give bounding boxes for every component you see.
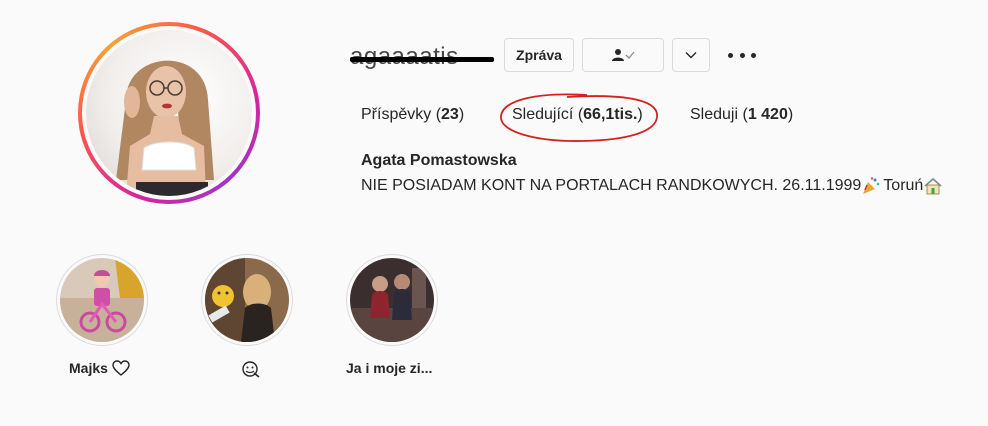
avatar-photo <box>86 30 252 196</box>
highlight-label: Majks <box>69 360 130 376</box>
avatar-inner <box>82 26 256 200</box>
highlight-item[interactable]: Majks <box>56 254 148 376</box>
avatar-image <box>116 60 214 196</box>
following-stat[interactable]: Sleduji (1 420) <box>690 103 793 127</box>
bio-location: Toruń <box>883 177 924 194</box>
redaction-bar <box>350 57 494 62</box>
message-button-label: Zpráva <box>516 47 562 63</box>
username-area: agaaaatis <box>350 40 500 74</box>
heart-icon <box>112 360 130 376</box>
highlight-label <box>237 360 261 378</box>
highlight-label: Ja i moje zi... <box>346 360 433 376</box>
posts-label: Příspěvky <box>361 106 432 123</box>
chevron-down-icon <box>685 52 697 59</box>
suggestions-dropdown-button[interactable] <box>672 38 710 72</box>
highlight-cover <box>60 258 144 342</box>
more-dots-icon[interactable] <box>728 47 756 63</box>
bio-text: NIE POSIADAM KONT NA PORTALACH RANDKOWYC… <box>361 177 862 194</box>
following-count: 1 420 <box>747 106 788 123</box>
highlight-cover <box>350 258 434 342</box>
highlight-item[interactable]: Ja i moje zi... <box>346 254 438 376</box>
posts-stat: Příspěvky (23) <box>361 106 465 123</box>
profile-avatar[interactable] <box>78 22 260 204</box>
highlight-ring <box>346 254 438 346</box>
annotation-circle <box>500 93 658 142</box>
posts-count: 23 <box>441 106 459 123</box>
bio: NIE POSIADAM KONT NA PORTALACH RANDKOWYC… <box>361 175 943 197</box>
user-check-icon <box>612 49 635 61</box>
highlight-ring <box>201 254 293 346</box>
highlight-cover <box>205 258 289 342</box>
full-name: Agata Pomastowska <box>361 152 517 169</box>
following-label: Sleduji <box>690 106 739 123</box>
highlight-item[interactable] <box>201 254 293 378</box>
highlight-ring <box>56 254 148 346</box>
following-button[interactable] <box>582 38 664 72</box>
house-icon <box>924 177 942 195</box>
message-button[interactable]: Zpráva <box>504 38 574 72</box>
face-icon <box>242 361 260 378</box>
party-popper-icon <box>863 177 880 194</box>
